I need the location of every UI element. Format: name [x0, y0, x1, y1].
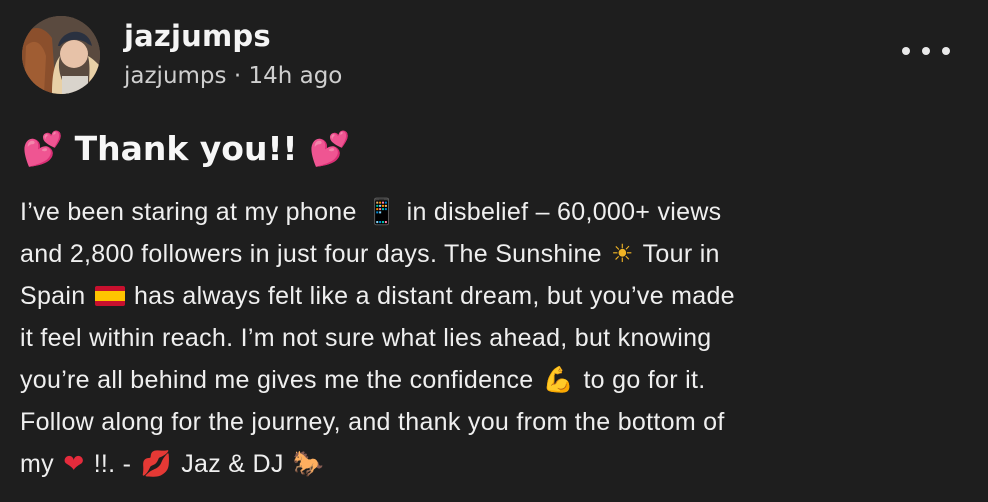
more-dot: [942, 47, 950, 55]
two-hearts-icon: 💕: [22, 129, 64, 168]
post-title: 💕 Thank you!! 💕: [22, 124, 350, 174]
spain-flag-icon: [94, 286, 125, 306]
body-text: in disbelief – 60,000+ views: [406, 198, 722, 226]
body-line: Spain has always felt like a distant dre…: [20, 275, 960, 317]
body-text: you’re all behind me gives me the confid…: [20, 366, 534, 394]
body-text: my: [20, 450, 54, 478]
more-dot: [902, 47, 910, 55]
post-timestamp: 14h ago: [248, 63, 343, 89]
two-hearts-icon: 💕: [309, 129, 351, 168]
avatar[interactable]: [22, 16, 100, 94]
body-line: and 2,800 followers in just four days. T…: [20, 233, 960, 275]
body-text: !!. -: [93, 450, 132, 478]
phone-icon: 📱: [365, 197, 398, 226]
post-header: jazjumps jazjumps · 14h ago: [22, 14, 962, 98]
body-line: I’ve been staring at my phone 📱 in disbe…: [20, 191, 960, 233]
post-meta: jazjumps · 14h ago: [124, 60, 342, 92]
more-options-icon[interactable]: [902, 40, 950, 62]
author-display-name[interactable]: jazjumps: [124, 16, 271, 56]
body-text: Tour in: [642, 240, 720, 268]
sun-icon: ☀: [611, 239, 634, 268]
heart-icon: ❤: [63, 449, 85, 478]
body-line: Follow along for the journey, and thank …: [20, 401, 960, 443]
more-dot: [922, 47, 930, 55]
body-text: Follow along for the journey, and thank …: [20, 408, 725, 436]
body-line: it feel within reach. I’m not sure what …: [20, 317, 960, 359]
post-title-text: Thank you!!: [74, 129, 298, 168]
meta-separator: ·: [233, 63, 242, 89]
body-line: my ❤ !!. - 💋 Jaz & DJ 🐎: [20, 443, 960, 485]
body-text: Jaz & DJ: [181, 450, 284, 478]
post-body: I’ve been staring at my phone 📱 in disbe…: [20, 191, 960, 485]
body-text: Spain: [20, 282, 86, 310]
post-card: jazjumps jazjumps · 14h ago 💕 Thank you!…: [0, 0, 988, 502]
horse-icon: 🐎: [292, 449, 325, 478]
body-text: to go for it.: [583, 366, 706, 394]
author-handle[interactable]: jazjumps: [124, 63, 227, 89]
flexed-biceps-icon: 💪: [542, 365, 575, 394]
body-text: and 2,800 followers in just four days. T…: [20, 240, 602, 268]
avatar-image: [22, 16, 100, 94]
body-line: you’re all behind me gives me the confid…: [20, 359, 960, 401]
kiss-mark-icon: 💋: [140, 449, 172, 478]
body-text: I’ve been staring at my phone: [20, 198, 357, 226]
body-text: it feel within reach. I’m not sure what …: [20, 324, 712, 352]
body-text: has always felt like a distant dream, bu…: [133, 282, 735, 310]
